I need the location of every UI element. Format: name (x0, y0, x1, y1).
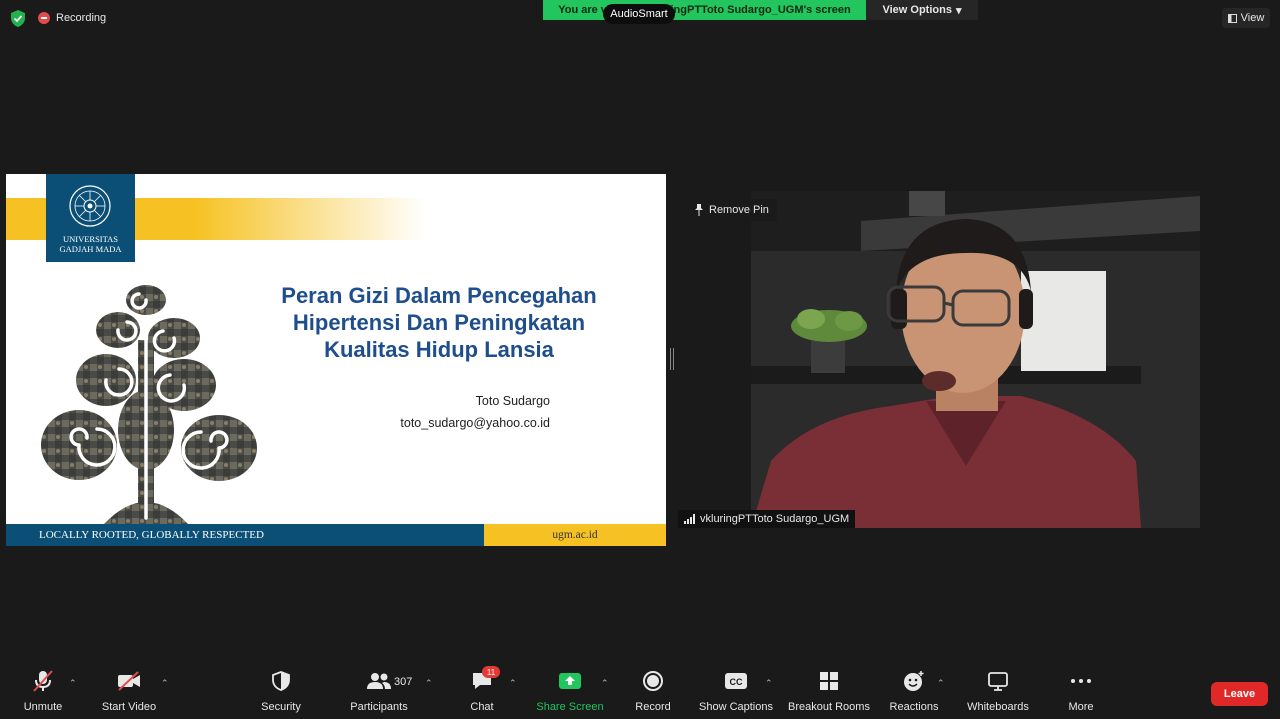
breakout-rooms-icon (815, 668, 843, 694)
tree-illustration (41, 285, 257, 524)
share-options-caret[interactable]: ⌃ (601, 678, 609, 689)
slide-email: toto_sudargo@yahoo.co.id (400, 416, 550, 430)
participant-name-tag: vkluringPTToto Sudargo_UGM (678, 510, 856, 528)
captions-options-caret[interactable]: ⌃ (765, 678, 773, 689)
svg-text:CC: CC (730, 677, 743, 687)
connection-signal-icon (684, 514, 695, 524)
slide-footer-motto: LOCALLY ROOTED, GLOBALLY RESPECTED (6, 524, 484, 546)
slide-title-line-1: Peran Gizi Dalam Pencegahan (281, 283, 597, 308)
security-label: Security (261, 701, 301, 713)
security-button[interactable]: Security (256, 668, 306, 716)
show-captions-button[interactable]: CC Show Captions (698, 668, 774, 716)
participants-options-caret[interactable]: ⌃ (425, 678, 433, 689)
speaker-video-image (751, 191, 1200, 528)
remove-pin-button[interactable]: Remove Pin (686, 199, 777, 221)
shared-screen-slide: UNIVERSITAS GADJAH MADA Peran Gizi Dalam… (6, 174, 666, 546)
more-button[interactable]: More (1062, 668, 1100, 716)
participant-video[interactable] (751, 191, 1200, 528)
meeting-toolbar: Unmute ⌃ Start Video ⌃ Security Particip… (0, 666, 1280, 719)
ugm-logo: UNIVERSITAS GADJAH MADA (46, 174, 135, 262)
chat-unread-badge: 11 (482, 666, 500, 678)
security-shield-icon[interactable] (10, 10, 26, 27)
record-icon (639, 668, 667, 694)
screen-share-banner: You are viewing vkluringPTToto Sudargo_U… (543, 0, 866, 20)
chevron-down-icon: ▾ (955, 4, 962, 17)
participants-label: Participants (350, 701, 408, 713)
participant-name: vkluringPTToto Sudargo_UGM (700, 513, 850, 525)
video-options-caret[interactable]: ⌃ (161, 678, 169, 689)
chat-options-caret[interactable]: ⌃ (509, 678, 517, 689)
share-screen-label: Share Screen (536, 701, 604, 713)
reactions-button[interactable]: Reactions (889, 668, 939, 716)
share-screen-icon (556, 668, 584, 694)
split-resize-handle[interactable] (670, 348, 674, 370)
breakout-rooms-button[interactable]: Breakout Rooms (787, 668, 871, 716)
slide-author: Toto Sudargo (475, 394, 550, 408)
show-captions-label: Show Captions (699, 701, 773, 713)
logo-line-2: GADJAH MADA (59, 244, 122, 254)
audio-options-caret[interactable]: ⌃ (69, 678, 77, 689)
pin-icon (695, 204, 703, 216)
view-options-label: View Options (882, 4, 952, 16)
chat-icon: 11 (468, 666, 500, 694)
recording-indicator[interactable]: Recording (38, 9, 106, 27)
logo-line-1: UNIVERSITAS (62, 234, 119, 244)
start-video-label: Start Video (101, 701, 157, 713)
chat-label: Chat (470, 701, 494, 713)
view-button[interactable]: View (1222, 8, 1270, 28)
reactions-label: Reactions (889, 701, 939, 713)
more-dots-icon (1067, 668, 1095, 694)
leave-button[interactable]: Leave (1211, 682, 1268, 706)
recording-icon (38, 12, 50, 24)
video-camera-off-icon (115, 668, 143, 694)
slide-title: Peran Gizi Dalam Pencegahan Hipertensi D… (258, 282, 620, 363)
whiteboards-button[interactable]: Whiteboards (963, 668, 1033, 716)
closed-captions-icon: CC (722, 668, 750, 694)
more-label: More (1068, 701, 1094, 713)
unmute-label: Unmute (23, 701, 63, 713)
share-screen-button[interactable]: Share Screen (536, 668, 604, 716)
remove-pin-label: Remove Pin (709, 204, 769, 216)
microphone-muted-icon (29, 668, 57, 694)
whiteboards-label: Whiteboards (967, 701, 1029, 713)
audiosmart-label: AudioSmart (610, 8, 668, 20)
view-options-button[interactable]: View Options ▾ (866, 0, 978, 20)
breakout-rooms-label: Breakout Rooms (788, 701, 870, 713)
ugm-logo-text: UNIVERSITAS GADJAH MADA (46, 234, 135, 254)
whiteboard-icon (984, 668, 1012, 694)
reactions-options-caret[interactable]: ⌃ (937, 678, 945, 689)
start-video-button[interactable]: Start Video (98, 668, 160, 716)
shield-icon (267, 668, 295, 694)
participants-count: 307 (394, 676, 413, 688)
audiosmart-pill[interactable]: AudioSmart (603, 4, 675, 24)
view-layout-icon (1227, 13, 1237, 23)
view-label: View (1240, 12, 1265, 24)
ugm-seal-icon (69, 185, 111, 227)
slide-title-line-3: Kualitas Hidup Lansia (324, 337, 554, 362)
participants-icon (365, 668, 393, 694)
recording-label: Recording (56, 12, 107, 24)
unmute-button[interactable]: Unmute (18, 668, 68, 716)
record-label: Record (635, 701, 671, 713)
record-button[interactable]: Record (631, 668, 675, 716)
smiley-icon (900, 668, 928, 694)
slide-footer-url: ugm.ac.id (484, 524, 666, 546)
slide-title-line-2: Hipertensi Dan Peningkatan (292, 310, 586, 335)
chat-button[interactable]: 11 Chat (462, 666, 502, 716)
